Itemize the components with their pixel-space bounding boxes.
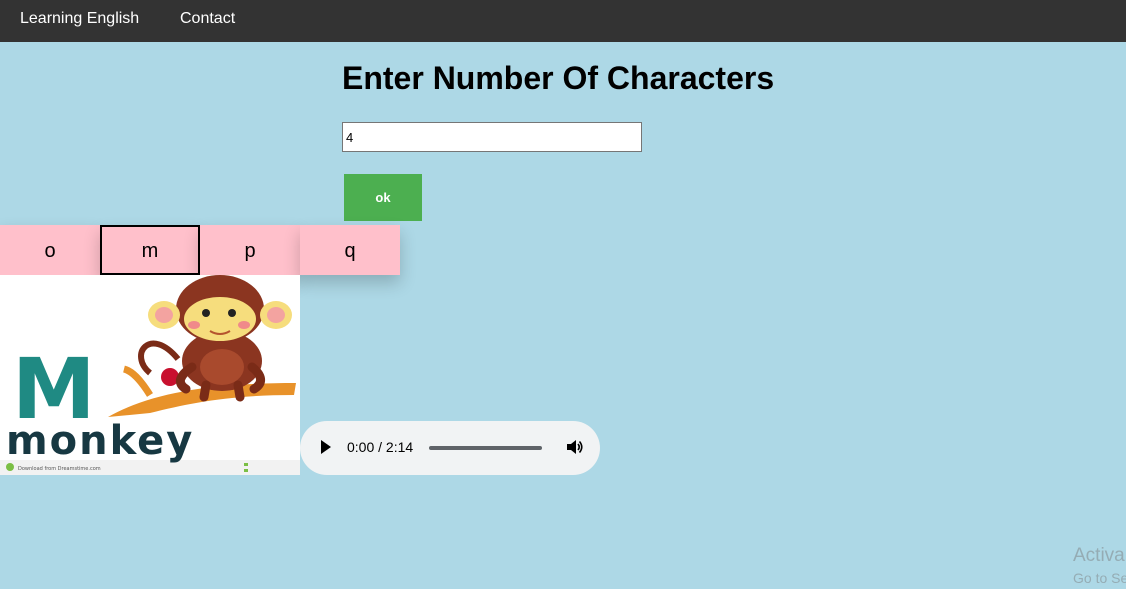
letter-tile-q[interactable]: q — [300, 225, 400, 275]
letter-tile-m[interactable]: m — [100, 225, 200, 275]
top-nav: Learning English Contact — [0, 0, 1126, 42]
download-footer-text: Download from Dreamstime.com — [18, 466, 101, 472]
audio-player: 0:00 / 2:14 — [300, 421, 600, 475]
activation-watermark: Activa Go to Se — [1073, 545, 1126, 589]
nav-link-contact[interactable]: Contact — [180, 0, 235, 38]
audio-progress-slider[interactable] — [429, 446, 542, 450]
character-count-input[interactable] — [342, 122, 642, 152]
play-icon[interactable] — [321, 440, 331, 454]
watermark-line-2: Go to Se — [1073, 570, 1126, 586]
watermark-line-1: Activa — [1073, 545, 1125, 566]
letter-tile-p[interactable]: p — [200, 225, 300, 275]
audio-time: 0:00 / 2:14 — [347, 439, 414, 455]
nav-link-learning-english[interactable]: Learning English — [20, 0, 139, 38]
ok-button[interactable]: ok — [344, 174, 422, 221]
page-title: Enter Number Of Characters — [342, 60, 775, 96]
volume-icon[interactable] — [565, 438, 583, 461]
word-label: monkey — [6, 418, 195, 464]
letter-tile-o[interactable]: o — [0, 225, 100, 275]
